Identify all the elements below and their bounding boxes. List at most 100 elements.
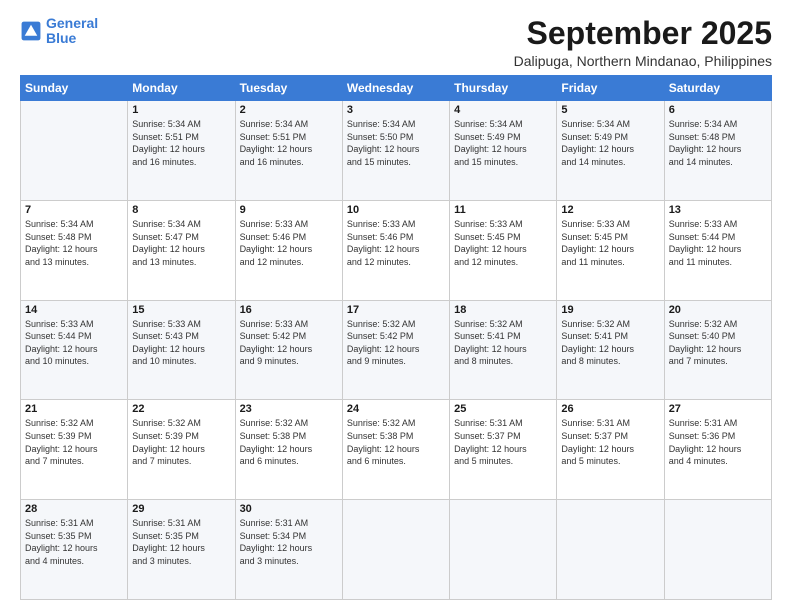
day-info: Sunrise: 5:32 AM Sunset: 5:38 PM Dayligh…: [240, 417, 338, 467]
day-number: 6: [669, 104, 767, 116]
month-title: September 2025: [514, 16, 772, 51]
calendar-cell: 2Sunrise: 5:34 AM Sunset: 5:51 PM Daylig…: [235, 101, 342, 201]
calendar-cell: 5 Sunrise: 5:34 AM Sunset: 5:49 PM Daylig…: [557, 101, 664, 201]
calendar-cell: 28 Sunrise: 5:31 AM Sunset: 5:35 PM Dayli…: [21, 500, 128, 600]
day-number: 1: [132, 104, 230, 116]
calendar-cell: 3 Sunrise: 5:34 AM Sunset: 5:50 PM Daylig…: [342, 101, 449, 201]
day-info: Sunrise: 5:33 AM Sunset: 5:46 PM Dayligh…: [347, 218, 445, 268]
day-info: Sunrise: 5:34 AM Sunset: 5:47 PM Dayligh…: [132, 218, 230, 268]
calendar-cell: 7 Sunrise: 5:34 AM Sunset: 5:48 PM Daylig…: [21, 200, 128, 300]
day-number: 3: [347, 104, 445, 116]
day-number: 16: [240, 304, 338, 316]
header-wednesday: Wednesday: [342, 76, 449, 101]
calendar-table: Sunday Monday Tuesday Wednesday Thursday…: [20, 75, 772, 600]
day-number: 8: [132, 204, 230, 216]
day-number: 12: [561, 204, 659, 216]
calendar-cell: 15Sunrise: 5:33 AM Sunset: 5:43 PM Dayli…: [128, 300, 235, 400]
calendar-week-row-1: 1Sunrise: 5:34 AM Sunset: 5:51 PM Daylig…: [21, 101, 772, 201]
day-number: 14: [25, 304, 123, 316]
header-friday: Friday: [557, 76, 664, 101]
calendar-cell: 23 Sunrise: 5:32 AM Sunset: 5:38 PM Dayli…: [235, 400, 342, 500]
day-number: 17: [347, 304, 445, 316]
calendar-cell: 30 Sunrise: 5:31 AM Sunset: 5:34 PM Dayli…: [235, 500, 342, 600]
header-saturday: Saturday: [664, 76, 771, 101]
day-number: 18: [454, 304, 552, 316]
day-info: Sunrise: 5:31 AM Sunset: 5:37 PM Dayligh…: [561, 417, 659, 467]
day-number: 28: [25, 503, 123, 515]
calendar-cell: [664, 500, 771, 600]
day-number: 13: [669, 204, 767, 216]
header-sunday: Sunday: [21, 76, 128, 101]
day-info: Sunrise: 5:31 AM Sunset: 5:35 PM Dayligh…: [132, 517, 230, 567]
calendar-cell: 29 Sunrise: 5:31 AM Sunset: 5:35 PM Dayli…: [128, 500, 235, 600]
calendar-cell: [557, 500, 664, 600]
day-info: Sunrise: 5:32 AM Sunset: 5:41 PM Dayligh…: [454, 318, 552, 368]
day-info: Sunrise: 5:33 AM Sunset: 5:44 PM Dayligh…: [25, 318, 123, 368]
calendar-cell: 10 Sunrise: 5:33 AM Sunset: 5:46 PM Dayli…: [342, 200, 449, 300]
header-tuesday: Tuesday: [235, 76, 342, 101]
calendar-cell: 1Sunrise: 5:34 AM Sunset: 5:51 PM Daylig…: [128, 101, 235, 201]
header-monday: Monday: [128, 76, 235, 101]
logo-icon: [20, 20, 42, 42]
calendar-week-row-5: 28 Sunrise: 5:31 AM Sunset: 5:35 PM Dayli…: [21, 500, 772, 600]
day-number: 26: [561, 403, 659, 415]
day-info: Sunrise: 5:32 AM Sunset: 5:39 PM Dayligh…: [132, 417, 230, 467]
day-info: Sunrise: 5:31 AM Sunset: 5:34 PM Dayligh…: [240, 517, 338, 567]
day-info: Sunrise: 5:34 AM Sunset: 5:50 PM Dayligh…: [347, 118, 445, 168]
day-number: 21: [25, 403, 123, 415]
calendar-cell: 22Sunrise: 5:32 AM Sunset: 5:39 PM Dayli…: [128, 400, 235, 500]
day-number: 2: [240, 104, 338, 116]
day-info: Sunrise: 5:32 AM Sunset: 5:41 PM Dayligh…: [561, 318, 659, 368]
day-number: 20: [669, 304, 767, 316]
day-number: 7: [25, 204, 123, 216]
day-number: 5: [561, 104, 659, 116]
calendar-cell: 24 Sunrise: 5:32 AM Sunset: 5:38 PM Dayli…: [342, 400, 449, 500]
day-info: Sunrise: 5:34 AM Sunset: 5:49 PM Dayligh…: [454, 118, 552, 168]
logo: General Blue: [20, 16, 98, 47]
calendar-cell: 12 Sunrise: 5:33 AM Sunset: 5:45 PM Dayli…: [557, 200, 664, 300]
day-info: Sunrise: 5:31 AM Sunset: 5:37 PM Dayligh…: [454, 417, 552, 467]
day-info: Sunrise: 5:34 AM Sunset: 5:49 PM Dayligh…: [561, 118, 659, 168]
logo-text: General Blue: [46, 16, 98, 47]
header-row: General Blue September 2025 Dalipuga, No…: [20, 16, 772, 69]
calendar-cell: 26 Sunrise: 5:31 AM Sunset: 5:37 PM Dayli…: [557, 400, 664, 500]
day-info: Sunrise: 5:32 AM Sunset: 5:42 PM Dayligh…: [347, 318, 445, 368]
calendar-cell: 18 Sunrise: 5:32 AM Sunset: 5:41 PM Dayli…: [450, 300, 557, 400]
day-info: Sunrise: 5:31 AM Sunset: 5:36 PM Dayligh…: [669, 417, 767, 467]
day-info: Sunrise: 5:31 AM Sunset: 5:35 PM Dayligh…: [25, 517, 123, 567]
day-number: 4: [454, 104, 552, 116]
day-info: Sunrise: 5:33 AM Sunset: 5:45 PM Dayligh…: [454, 218, 552, 268]
day-info: Sunrise: 5:32 AM Sunset: 5:38 PM Dayligh…: [347, 417, 445, 467]
day-info: Sunrise: 5:33 AM Sunset: 5:44 PM Dayligh…: [669, 218, 767, 268]
day-info: Sunrise: 5:33 AM Sunset: 5:46 PM Dayligh…: [240, 218, 338, 268]
day-number: 24: [347, 403, 445, 415]
day-number: 23: [240, 403, 338, 415]
calendar-week-row-4: 21 Sunrise: 5:32 AM Sunset: 5:39 PM Dayli…: [21, 400, 772, 500]
day-number: 30: [240, 503, 338, 515]
day-info: Sunrise: 5:34 AM Sunset: 5:48 PM Dayligh…: [25, 218, 123, 268]
day-info: Sunrise: 5:32 AM Sunset: 5:39 PM Dayligh…: [25, 417, 123, 467]
day-info: Sunrise: 5:33 AM Sunset: 5:42 PM Dayligh…: [240, 318, 338, 368]
calendar-cell: [450, 500, 557, 600]
calendar-cell: 9Sunrise: 5:33 AM Sunset: 5:46 PM Daylig…: [235, 200, 342, 300]
day-info: Sunrise: 5:32 AM Sunset: 5:40 PM Dayligh…: [669, 318, 767, 368]
day-number: 25: [454, 403, 552, 415]
day-number: 29: [132, 503, 230, 515]
day-number: 10: [347, 204, 445, 216]
calendar-cell: 13 Sunrise: 5:33 AM Sunset: 5:44 PM Dayli…: [664, 200, 771, 300]
calendar-cell: 19Sunrise: 5:32 AM Sunset: 5:41 PM Dayli…: [557, 300, 664, 400]
calendar-cell: 16 Sunrise: 5:33 AM Sunset: 5:42 PM Dayli…: [235, 300, 342, 400]
location-title: Dalipuga, Northern Mindanao, Philippines: [514, 53, 772, 69]
day-info: Sunrise: 5:33 AM Sunset: 5:45 PM Dayligh…: [561, 218, 659, 268]
day-number: 27: [669, 403, 767, 415]
header-thursday: Thursday: [450, 76, 557, 101]
calendar-cell: 14 Sunrise: 5:33 AM Sunset: 5:44 PM Dayli…: [21, 300, 128, 400]
calendar-cell: 4 Sunrise: 5:34 AM Sunset: 5:49 PM Daylig…: [450, 101, 557, 201]
day-number: 11: [454, 204, 552, 216]
calendar-cell: [342, 500, 449, 600]
calendar-cell: 25 Sunrise: 5:31 AM Sunset: 5:37 PM Dayli…: [450, 400, 557, 500]
day-info: Sunrise: 5:34 AM Sunset: 5:48 PM Dayligh…: [669, 118, 767, 168]
calendar-cell: 17 Sunrise: 5:32 AM Sunset: 5:42 PM Dayli…: [342, 300, 449, 400]
calendar-cell: 20 Sunrise: 5:32 AM Sunset: 5:40 PM Dayli…: [664, 300, 771, 400]
day-number: 15: [132, 304, 230, 316]
